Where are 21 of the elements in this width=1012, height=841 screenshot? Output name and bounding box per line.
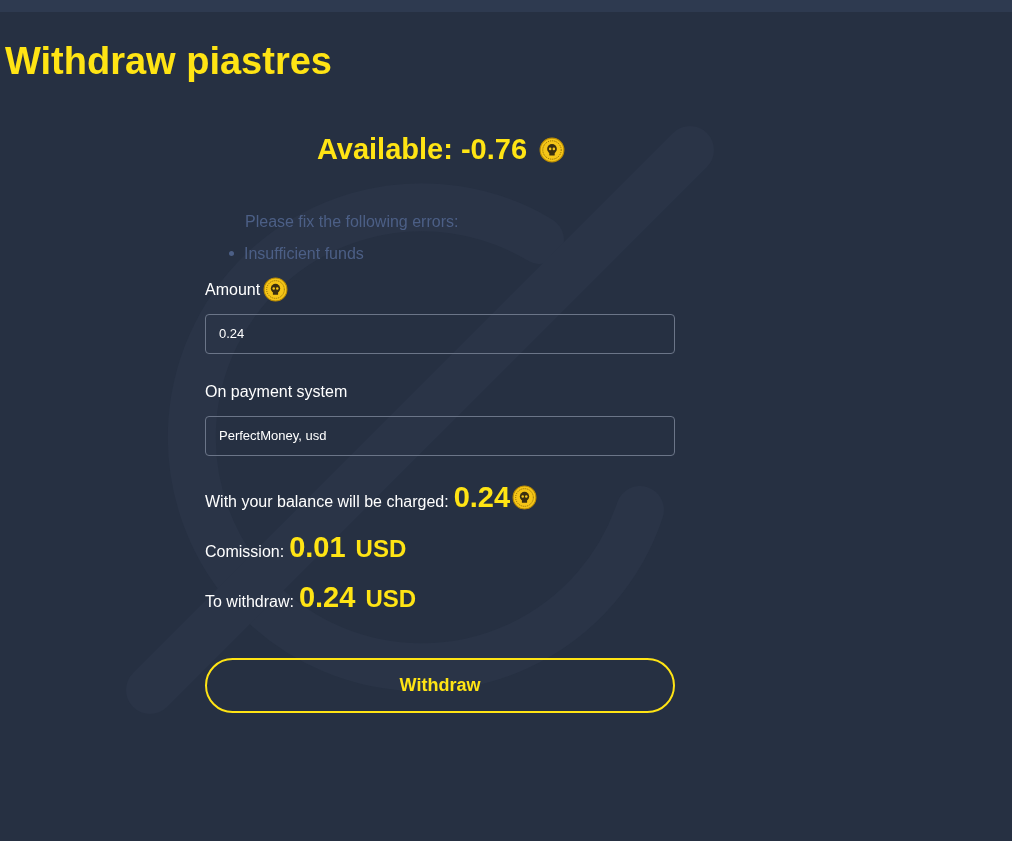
- skull-coin-icon: [263, 277, 289, 302]
- summary-value: 0.24: [453, 479, 511, 515]
- summary-value: 0.24: [298, 579, 356, 615]
- error-heading: Please fix the following errors:: [245, 211, 460, 232]
- currency-unit: USD: [355, 533, 407, 564]
- summary-value: 0.01: [289, 529, 346, 565]
- summary-label: To withdraw:: [205, 591, 294, 612]
- summary-label: Comission:: [205, 541, 285, 562]
- available-balance: Available: -0.76: [316, 132, 528, 167]
- field-label: Amount: [205, 279, 261, 300]
- bullet-icon: [229, 251, 234, 256]
- input-field[interactable]: PerfectMoney, usd: [205, 415, 675, 456]
- currency-unit: USD: [365, 583, 417, 614]
- withdraw-button[interactable]: Withdraw: [205, 657, 675, 713]
- error-message: Insufficient funds: [244, 243, 364, 264]
- skull-coin-icon: [512, 485, 538, 511]
- summary-label: With your balance will be charged:: [205, 491, 449, 512]
- input-field[interactable]: 0.24: [205, 313, 675, 354]
- page-title: Withdraw piastres: [5, 42, 333, 80]
- skull-coin-icon: [539, 136, 566, 163]
- field-label: On payment system: [205, 381, 348, 402]
